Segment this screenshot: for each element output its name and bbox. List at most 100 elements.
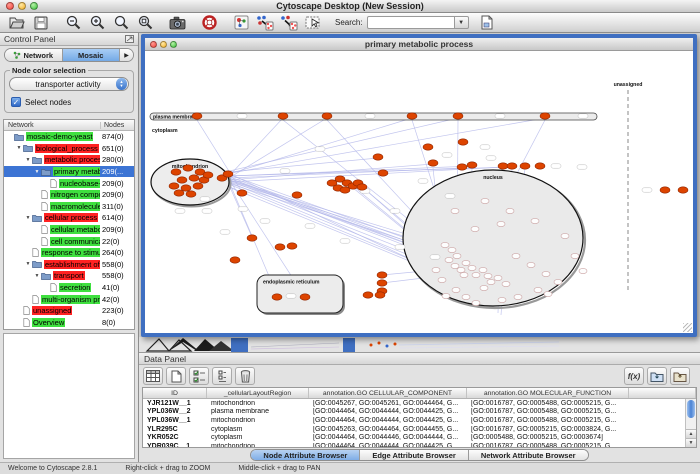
annotation-button[interactable]: [475, 14, 499, 32]
graph-node-selected[interactable]: [203, 172, 213, 178]
network-close-button[interactable]: [150, 41, 157, 48]
graph-node-unselected[interactable]: [554, 279, 562, 284]
export-attributes-button[interactable]: [670, 367, 690, 385]
expand-arrow-icon[interactable]: ▼: [15, 145, 23, 151]
tree-row[interactable]: mosaic-demo-yeast874(0): [4, 131, 134, 143]
expand-arrow-icon[interactable]: ▼: [33, 273, 41, 279]
attribute-table-button[interactable]: [143, 367, 163, 385]
graph-node-unselected[interactable]: [579, 268, 587, 273]
expand-arrow-icon[interactable]: ▼: [24, 261, 32, 267]
graph-node-unselected[interactable]: [472, 272, 480, 277]
graph-node-unselected[interactable]: [544, 291, 552, 296]
tab-edge-attribute-browser[interactable]: Edge Attribute Browser: [360, 450, 468, 460]
graph-node-selected[interactable]: [373, 154, 383, 160]
open-button[interactable]: [5, 14, 29, 32]
graph-node-selected[interactable]: [174, 190, 184, 196]
graph-node-unselected[interactable]: [457, 267, 465, 272]
graph-node-selected[interactable]: [375, 292, 385, 298]
network-canvas[interactable]: plasma membranecytoplasmmitochondrionnuc…: [145, 51, 693, 333]
graph-node-selected[interactable]: [378, 170, 388, 176]
graph-node-unselected[interactable]: [451, 208, 459, 213]
delete-attribute-button[interactable]: [235, 367, 255, 385]
formula-builder-button[interactable]: f(x): [624, 367, 644, 385]
graph-node-unselected[interactable]: [481, 198, 489, 203]
graph-node-selected[interactable]: [169, 183, 179, 189]
network-graph[interactable]: plasma membranecytoplasmmitochondrionnuc…: [145, 51, 693, 333]
layout-alt-button[interactable]: [277, 14, 301, 32]
graph-node-unselected[interactable]: [438, 277, 446, 282]
graph-node-unselected[interactable]: [514, 294, 522, 299]
graph-node-selected[interactable]: [363, 292, 373, 298]
column-header[interactable]: annotation.GO CELLULAR_COMPONENT: [309, 388, 467, 398]
float-panel-icon[interactable]: [125, 35, 134, 43]
graph-node-unselected[interactable]: [468, 265, 476, 270]
graph-node-unselected[interactable]: [432, 267, 440, 272]
close-button[interactable]: [6, 2, 14, 10]
tree-row[interactable]: ▼establishment of lo558(0): [4, 259, 134, 271]
graph-node-unselected[interactable]: [480, 285, 488, 290]
snapshot-button[interactable]: [165, 14, 189, 32]
graph-node-selected[interactable]: [407, 113, 417, 119]
scroll-up-button[interactable]: ▲: [686, 429, 696, 438]
graph-node-unselected[interactable]: [506, 208, 514, 213]
graph-node-selected[interactable]: [183, 165, 193, 171]
graph-node-unselected[interactable]: [531, 218, 539, 223]
graph-node-unselected[interactable]: [484, 273, 492, 278]
graph-node-unselected[interactable]: [571, 253, 579, 258]
graph-node-unselected[interactable]: [441, 242, 449, 247]
graph-node-unselected[interactable]: [471, 226, 479, 231]
graph-node-selected[interactable]: [300, 294, 310, 300]
graph-node-selected[interactable]: [340, 187, 350, 193]
tree-row[interactable]: nucleobase-209(0): [4, 177, 134, 189]
graph-node-selected[interactable]: [428, 160, 438, 166]
graph-node-selected[interactable]: [192, 113, 202, 119]
tree-row[interactable]: multi-organism pro42(0): [4, 293, 134, 305]
graph-node-selected[interactable]: [498, 163, 508, 169]
table-row[interactable]: YJR121W__1mitochondrion[GO:0045267, GO:0…: [143, 399, 696, 408]
column-header[interactable]: annotation.GO MOLECULAR_FUNCTION: [467, 388, 629, 398]
expand-arrow-icon[interactable]: ▼: [33, 169, 41, 175]
tree-row[interactable]: ▼biological_process651(0): [4, 143, 134, 155]
graph-node-selected[interactable]: [467, 162, 477, 168]
tab-network[interactable]: Network: [5, 49, 63, 61]
table-row[interactable]: YKR052Ccytoplasm[GO:0044464, GO:0044446,…: [143, 433, 696, 442]
graph-node-selected[interactable]: [453, 113, 463, 119]
graph-node-unselected[interactable]: [498, 297, 506, 302]
tree-row[interactable]: ▼metabolic process280(0): [4, 154, 134, 166]
resize-grip[interactable]: [683, 323, 692, 332]
graph-node-unselected[interactable]: [453, 253, 461, 258]
graph-node-selected[interactable]: [520, 163, 530, 169]
graph-node-selected[interactable]: [171, 169, 181, 175]
zoom-fit-button[interactable]: [109, 14, 133, 32]
tab-mosaic[interactable]: Mosaic: [63, 49, 121, 61]
network-zoom-button[interactable]: [170, 41, 177, 48]
table-scrollbar[interactable]: ▲ ▼: [685, 399, 696, 447]
graph-node-unselected[interactable]: [462, 260, 470, 265]
graph-node-selected[interactable]: [247, 235, 257, 241]
attribute-list-button[interactable]: [212, 367, 232, 385]
graph-node-unselected[interactable]: [502, 281, 510, 286]
tree-row[interactable]: macromolecule311(0): [4, 201, 134, 213]
graph-node-selected[interactable]: [193, 183, 203, 189]
graph-node-selected[interactable]: [177, 177, 187, 183]
graph-node-unselected[interactable]: [512, 253, 520, 258]
zoom-window-button[interactable]: [30, 2, 38, 10]
graph-node-selected[interactable]: [678, 187, 688, 193]
table-row[interactable]: YPL036W__1mitochondrion[GO:0044464, GO:0…: [143, 416, 696, 425]
graph-node-selected[interactable]: [507, 163, 517, 169]
tabs-overflow-button[interactable]: ▶: [120, 49, 133, 61]
tree-row[interactable]: cellular metabo209(0): [4, 224, 134, 236]
graph-node-selected[interactable]: [377, 272, 387, 278]
table-row[interactable]: YDR039C__1mitochondrion[GO:0044464, GO:0…: [143, 442, 696, 448]
graph-node-unselected[interactable]: [561, 233, 569, 238]
table-row[interactable]: YLR295Ccytoplasm[GO:0045263, GO:0044464,…: [143, 425, 696, 434]
zoom-selected-button[interactable]: [133, 14, 157, 32]
graph-node-selected[interactable]: [423, 144, 433, 150]
graph-node-unselected[interactable]: [462, 294, 470, 299]
graph-node-selected[interactable]: [287, 243, 297, 249]
tree-row[interactable]: ▼primary metabo209(...: [4, 166, 134, 178]
tree-row[interactable]: cell communicat22(0): [4, 235, 134, 247]
search-dropdown-button[interactable]: ▼: [455, 16, 469, 29]
tree-row[interactable]: ▼cellular process614(0): [4, 212, 134, 224]
save-button[interactable]: [29, 14, 53, 32]
